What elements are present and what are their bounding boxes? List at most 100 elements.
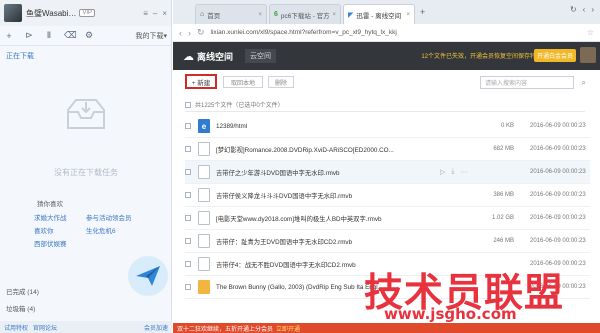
completed-item[interactable]: 已完成 (14) <box>0 286 172 296</box>
empty-tray-icon <box>67 99 105 129</box>
promo-bar-text: 双十二狂欢继续，五折开通上分会员 <box>177 326 274 333</box>
file-name[interactable]: [梦幻影视]Romance.2008.DVDRip.XviD-ARiSCO[ED… <box>216 145 474 154</box>
file-date: 2016-06-09 00:00:23 <box>530 146 586 152</box>
forum-link[interactable]: 官网论坛 <box>33 323 57 332</box>
start-icon[interactable]: ⊳ <box>24 30 34 41</box>
tab-pc6[interactable]: 6 pc6下载站 - 官方... × <box>269 4 341 24</box>
open-now-link[interactable]: 立即开通 <box>276 324 300 333</box>
settings-icon[interactable]: ⚙ <box>84 30 94 41</box>
recommend-item[interactable]: 生化危机6 <box>86 225 116 235</box>
tab-lixian[interactable]: ◤ 迅雷 - 离线空间 × <box>343 4 415 24</box>
pc6-icon: 6 <box>274 11 278 18</box>
search-icon[interactable]: ⌕ <box>582 78 586 88</box>
nav-cloud-space[interactable]: 云空间 <box>245 49 277 63</box>
file-size: 1.02 GB <box>491 215 514 221</box>
video-file-icon <box>198 234 210 248</box>
row-checkbox[interactable] <box>185 123 191 129</box>
promo-bar: 双十二狂欢继续，五折开通上分会员 立即开通 <box>173 323 600 333</box>
site-brand[interactable]: 离线空间 <box>197 50 233 63</box>
file-name[interactable]: [电影天堂www.dy2018.com]堆叫的极生人BD中英双字.rmvb <box>216 214 474 223</box>
web-file-icon: e <box>198 119 210 133</box>
row-checkbox[interactable] <box>185 238 191 244</box>
row-checkbox[interactable] <box>185 261 191 267</box>
minimize-icon[interactable]: – <box>153 9 157 18</box>
open-vip-button[interactable]: 开通白金会员 <box>533 49 576 62</box>
site-header: ☁ 离线空间 云空间 12个文件已失效，开通会员恢复空间保存特权 开通白金会员 <box>173 42 600 70</box>
file-name[interactable]: 吉带仔侯义降龙斗斗斗DVD国语中字无水印.rmvb <box>216 191 474 200</box>
reload-icon[interactable]: ↻ <box>197 27 205 38</box>
avatar[interactable] <box>4 4 22 22</box>
row-checkbox[interactable] <box>185 169 191 175</box>
trial-link[interactable]: 试用特权 <box>4 323 28 332</box>
recommend-item[interactable]: 西部伏娱赛 <box>34 238 67 248</box>
download-icon[interactable]: ⤓ <box>451 168 454 176</box>
row-actions: ▷ ⤓ ⋯ <box>440 168 468 176</box>
row-checkbox[interactable] <box>185 284 191 290</box>
vip-speed-link[interactable]: 会员加速 <box>144 323 168 332</box>
add-task-icon[interactable]: + <box>4 31 14 41</box>
url-field[interactable]: lixian.xunlei.com/xl9/space.html?referfr… <box>211 29 397 36</box>
search-input[interactable]: 请输入搜索内容 <box>480 76 574 89</box>
retrieve-local-button[interactable]: 取回本地 <box>223 76 263 88</box>
more-icon[interactable]: ⋯ <box>461 168 468 176</box>
vip-badge[interactable]: VIP <box>79 9 96 17</box>
row-checkbox[interactable] <box>185 192 191 198</box>
table-row[interactable]: [电影天堂www.dy2018.com]堆叫的极生人BD中英双字.rmvb 1.… <box>185 207 590 230</box>
table-row[interactable]: 吉带仔侯义降龙斗斗斗DVD国语中字无水印.rmvb 386 MB 2016-06… <box>185 184 590 207</box>
thunder-icon: ◤ <box>348 11 354 19</box>
refresh-icon[interactable]: ↻ <box>570 5 577 14</box>
recommend-item[interactable]: 喜欢你 <box>34 225 54 235</box>
new-task-button[interactable]: + 新建 <box>185 74 217 89</box>
forward-icon[interactable]: › <box>591 5 594 14</box>
close-icon[interactable]: × <box>332 12 336 18</box>
avatar[interactable] <box>580 47 596 63</box>
play-icon[interactable]: ▷ <box>440 168 445 176</box>
new-tab-icon[interactable]: + <box>420 7 425 17</box>
file-size: 386 MB <box>493 192 514 198</box>
browser-window-controls: ↻ ‹ › <box>570 5 594 14</box>
close-icon[interactable]: × <box>162 9 167 18</box>
file-date: 2016-06-09 00:00:23 <box>530 238 586 244</box>
delete-button[interactable]: 删除 <box>268 76 294 88</box>
file-date: 2016-06-09 00:00:23 <box>530 192 586 198</box>
username[interactable]: 鱼璧Wasabi… <box>26 8 76 19</box>
video-file-icon <box>198 211 210 225</box>
trash-item[interactable]: 垃圾箱 (4) <box>0 303 172 313</box>
recommend-item[interactable]: 求婚大作战 <box>34 212 67 222</box>
table-row[interactable]: e 12389/html 0 KB 2016-06-09 00:00:23 <box>185 115 590 138</box>
back-icon[interactable]: ‹ <box>179 28 182 38</box>
folder-icon <box>198 280 210 294</box>
download-sidebar: 鱼璧Wasabi… VIP ≡ – × + ⊳ Ⅱ ⌫ ⚙ 我的下载▾ 正在下载… <box>0 0 172 333</box>
row-checkbox[interactable] <box>185 215 191 221</box>
file-date: 2016-06-09 00:00:23 <box>530 169 586 175</box>
watermark-url: www.jsgho.com <box>384 305 517 323</box>
video-file-icon <box>198 142 210 156</box>
file-size: 0 KB <box>500 123 514 129</box>
forward-icon[interactable]: › <box>188 28 191 38</box>
table-row[interactable]: 吉带仔：趾青为王DVD国语中字无水印CD2.rmvb 246 MB 2016-0… <box>185 230 590 253</box>
menu-icon[interactable]: ≡ <box>143 9 148 18</box>
file-name[interactable]: 12389/html <box>216 123 474 130</box>
my-downloads-dropdown[interactable]: 我的下载▾ <box>135 31 167 41</box>
pause-icon[interactable]: Ⅱ <box>44 30 54 41</box>
empty-downloads-text: 没有正在下载任务 <box>54 168 118 177</box>
file-name[interactable]: 吉带仔之少年游斗DVD国语中字无水印.rmvb <box>216 168 474 177</box>
row-checkbox[interactable] <box>185 146 191 152</box>
favorite-icon[interactable]: ☆ <box>587 28 594 37</box>
close-icon[interactable]: × <box>406 12 410 18</box>
tab-bar: ⌂ 首页 × 6 pc6下载站 - 官方... × ◤ 迅雷 - 离线空间 × … <box>173 0 600 24</box>
table-row[interactable]: 吉带仔之少年游斗DVD国语中字无水印.rmvb ▷ ⤓ ⋯ 2016-06-09… <box>185 161 590 184</box>
recommend-item[interactable]: 参与活动领会员 <box>86 212 132 222</box>
select-all-checkbox[interactable] <box>185 101 191 108</box>
recommend-title: 猜你喜欢 <box>37 201 63 208</box>
file-toolbar: + 新建 取回本地 删除 请输入搜索内容 ⌕ <box>173 70 600 96</box>
back-icon[interactable]: ‹ <box>583 5 586 14</box>
file-name[interactable]: 吉带仔：趾青为王DVD国语中字无水印CD2.rmvb <box>216 237 474 246</box>
downloading-label[interactable]: 正在下载 <box>6 51 34 61</box>
delete-icon[interactable]: ⌫ <box>64 30 77 41</box>
tab-label: pc6下载站 - 官方... <box>280 12 331 20</box>
tab-home[interactable]: ⌂ 首页 × <box>195 4 267 24</box>
table-row[interactable]: [梦幻影视]Romance.2008.DVDRip.XviD-ARiSCO[ED… <box>185 138 590 161</box>
close-icon[interactable]: × <box>258 12 262 18</box>
file-size: 246 MB <box>493 238 514 244</box>
